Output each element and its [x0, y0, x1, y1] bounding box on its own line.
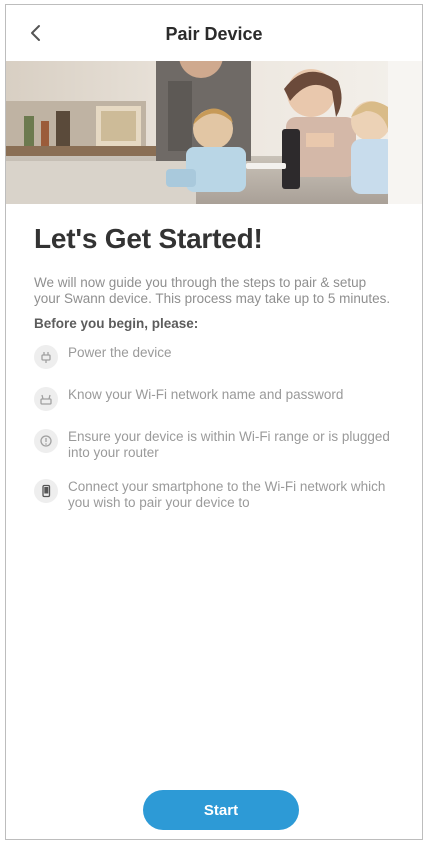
- checklist-item-text: Connect your smartphone to the Wi-Fi net…: [68, 479, 386, 510]
- pair-device-screen: Pair Device Let's Get Started! We will n…: [5, 4, 423, 840]
- power-plug-icon: [34, 345, 58, 369]
- checklist-item-smartphone: Connect your smartphone to the Wi-Fi net…: [34, 479, 396, 511]
- main-content: Let's Get Started! We will now guide you…: [34, 223, 396, 529]
- checklist-item-power: Power the device: [34, 345, 396, 369]
- smartphone-icon: [34, 479, 58, 503]
- headline: Let's Get Started!: [34, 223, 263, 254]
- checklist: Power the device Know your Wi-Fi network…: [34, 345, 396, 511]
- checklist-item-text: Power the device: [68, 345, 172, 360]
- wifi-range-icon: [34, 429, 58, 453]
- start-button[interactable]: Start: [143, 790, 299, 830]
- before-you-begin-label: Before you begin, please:: [34, 316, 199, 331]
- page-title: Pair Device: [165, 24, 263, 44]
- checklist-item-wifi-range: Ensure your device is within Wi-Fi range…: [34, 429, 396, 461]
- wifi-router-icon: [34, 387, 58, 411]
- header: Pair Device: [6, 5, 422, 61]
- checklist-item-text: Know your Wi-Fi network name and passwor…: [68, 387, 344, 402]
- intro-text: We will now guide you through the steps …: [34, 275, 391, 306]
- checklist-item-text: Ensure your device is within Wi-Fi range…: [68, 429, 390, 460]
- family-photo: [6, 61, 422, 204]
- checklist-item-wifi-credentials: Know your Wi-Fi network name and passwor…: [34, 387, 396, 411]
- hero-image: [6, 61, 422, 204]
